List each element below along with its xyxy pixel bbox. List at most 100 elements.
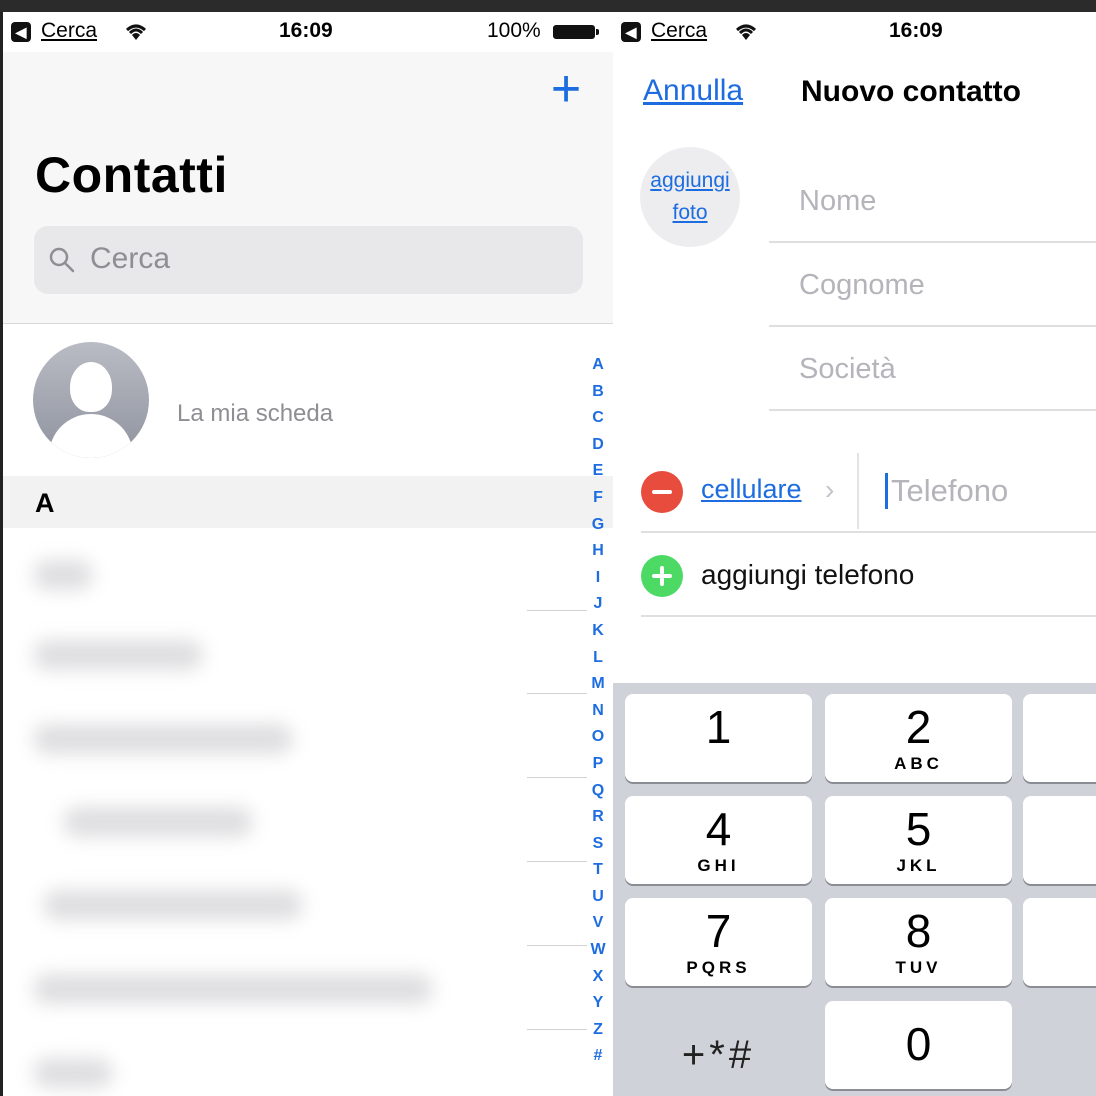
blurred-contact-row[interactable] xyxy=(33,640,203,670)
avatar-body xyxy=(49,414,133,458)
remove-phone-icon[interactable] xyxy=(641,471,683,513)
add-photo-label-line2: foto xyxy=(672,201,708,224)
numeric-keypad: 1 2 ABC 4 GHI 5 JKL 7 PQRS 8 TUV +*# 0 xyxy=(613,683,1096,1096)
key-1[interactable]: 1 xyxy=(625,694,812,782)
index-letter[interactable]: H xyxy=(587,538,609,565)
search-input[interactable]: Cerca xyxy=(34,226,583,294)
index-letter[interactable]: F xyxy=(587,485,609,512)
key-6[interactable] xyxy=(1023,796,1096,884)
back-to-app-icon[interactable]: ◀ xyxy=(621,22,641,42)
contacts-screen: ◀ Cerca 16:09 100% + Contatti Cerca La m… xyxy=(3,12,613,1096)
index-letter[interactable]: R xyxy=(587,804,609,831)
section-header-label: A xyxy=(35,488,55,518)
index-letter[interactable]: V xyxy=(587,910,609,937)
index-letter[interactable]: W xyxy=(587,937,609,964)
index-letter[interactable]: # xyxy=(587,1043,609,1070)
key-9[interactable] xyxy=(1023,898,1096,986)
back-to-app-label[interactable]: Cerca xyxy=(651,19,707,43)
index-letter[interactable]: N xyxy=(587,698,609,725)
blurred-contact-row[interactable] xyxy=(33,560,93,590)
index-letter[interactable]: D xyxy=(587,432,609,459)
status-bar: ◀ Cerca 16:09 100% xyxy=(3,12,613,52)
blurred-contact-row[interactable] xyxy=(33,974,433,1004)
key-letters: PQRS xyxy=(686,958,751,977)
index-letter[interactable]: A xyxy=(587,352,609,379)
key-letters: TUV xyxy=(895,958,942,977)
row-separator xyxy=(527,693,587,694)
index-letter[interactable]: J xyxy=(587,591,609,618)
wifi-icon xyxy=(126,24,146,40)
company-field[interactable]: Società xyxy=(769,327,1096,411)
index-letter[interactable]: P xyxy=(587,751,609,778)
key-7[interactable]: 7 PQRS xyxy=(625,898,812,986)
search-icon xyxy=(49,247,75,273)
back-to-app-icon[interactable]: ◀ xyxy=(11,22,31,42)
row-separator xyxy=(527,777,587,778)
search-placeholder: Cerca xyxy=(90,242,171,275)
my-card-row[interactable]: La mia scheda xyxy=(3,324,613,474)
chevron-right-icon[interactable]: › xyxy=(825,474,834,506)
blurred-contact-row[interactable] xyxy=(33,724,293,754)
my-card-label: La mia scheda xyxy=(177,400,334,427)
index-letter[interactable]: X xyxy=(587,964,609,991)
cancel-button[interactable]: Annulla xyxy=(643,74,743,108)
blurred-contact-row[interactable] xyxy=(33,1058,113,1088)
alphabet-index[interactable]: A B C D E F G H I J K L M N O P Q R S T U V W X Y Z # xyxy=(587,352,609,1070)
last-name-placeholder: Cognome xyxy=(799,269,925,301)
index-letter[interactable]: E xyxy=(587,458,609,485)
add-phone-label: aggiungi telefono xyxy=(701,559,915,590)
key-5[interactable]: 5 JKL xyxy=(825,796,1012,884)
page-title: Contatti xyxy=(35,147,228,203)
blurred-contact-row[interactable] xyxy=(63,807,253,837)
add-phone-icon[interactable] xyxy=(641,555,683,597)
row-separator xyxy=(527,861,587,862)
add-phone-row[interactable]: aggiungi telefono xyxy=(641,533,1096,617)
index-letter[interactable]: S xyxy=(587,831,609,858)
index-letter[interactable]: T xyxy=(587,857,609,884)
add-photo-button[interactable]: aggiungi foto xyxy=(640,147,740,247)
row-separator xyxy=(527,610,587,611)
company-placeholder: Società xyxy=(799,353,896,385)
key-digit: 7 xyxy=(705,905,732,957)
key-letters: JKL xyxy=(896,856,941,875)
status-time: 16:09 xyxy=(279,19,333,42)
index-letter[interactable]: M xyxy=(587,671,609,698)
blurred-contact-row[interactable] xyxy=(43,890,303,920)
add-contact-button[interactable]: + xyxy=(546,63,586,115)
phone-type-label[interactable]: cellulare xyxy=(701,474,802,505)
key-0[interactable]: 0 xyxy=(825,1001,1012,1089)
key-digit: 1 xyxy=(705,701,732,753)
index-letter[interactable]: Z xyxy=(587,1017,609,1044)
back-to-app-label[interactable]: Cerca xyxy=(41,19,97,43)
index-letter[interactable]: I xyxy=(587,565,609,592)
avatar-head xyxy=(70,362,112,412)
index-letter[interactable]: G xyxy=(587,512,609,539)
wifi-icon xyxy=(736,24,756,40)
text-cursor xyxy=(885,473,888,509)
index-letter[interactable]: Y xyxy=(587,990,609,1017)
last-name-field[interactable]: Cognome xyxy=(769,243,1096,327)
phone-input[interactable]: Telefono xyxy=(891,473,1008,509)
index-letter[interactable]: C xyxy=(587,405,609,432)
index-letter[interactable]: Q xyxy=(587,778,609,805)
battery-percent: 100% xyxy=(487,19,541,42)
key-2[interactable]: 2 ABC xyxy=(825,694,1012,782)
key-4[interactable]: 4 GHI xyxy=(625,796,812,884)
key-digit: 4 xyxy=(705,803,732,855)
key-8[interactable]: 8 TUV xyxy=(825,898,1012,986)
index-letter[interactable]: U xyxy=(587,884,609,911)
key-3[interactable] xyxy=(1023,694,1096,782)
index-letter[interactable]: L xyxy=(587,645,609,672)
key-letters: ABC xyxy=(894,754,943,773)
key-digit: 5 xyxy=(905,803,932,855)
section-header: A xyxy=(3,476,613,528)
index-letter[interactable]: K xyxy=(587,618,609,645)
add-photo-label-line1: aggiungi xyxy=(650,169,730,192)
phone-row: cellulare › Telefono xyxy=(641,447,1096,533)
first-name-field[interactable]: Nome xyxy=(769,159,1096,243)
add-photo-label: aggiungi foto xyxy=(640,165,740,229)
index-letter[interactable]: O xyxy=(587,724,609,751)
key-digit: 0 xyxy=(905,1018,932,1070)
index-letter[interactable]: B xyxy=(587,379,609,406)
symbols-key[interactable]: +*# xyxy=(625,1013,812,1096)
